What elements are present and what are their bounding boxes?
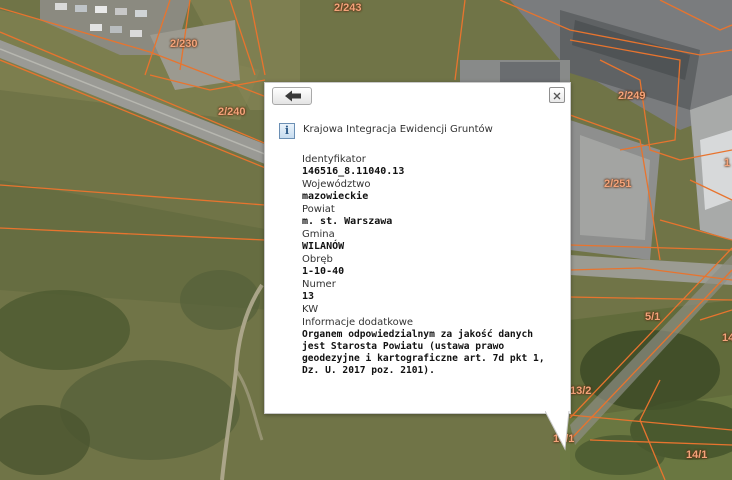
close-x-icon <box>553 92 561 100</box>
parcel-label: 2/243 <box>334 2 362 14</box>
parcel-label: 13/2 <box>570 385 592 397</box>
field-value-gmina: WILANÓW <box>302 241 345 252</box>
feature-info-popup: i Krajowa Integracja Ewidencji Gruntów I… <box>264 82 571 414</box>
field-value-identyfikator: 146516_8.11040.13 <box>302 166 405 177</box>
service-title: Krajowa Integracja Ewidencji Gruntów <box>303 124 493 135</box>
field-value-wojewodztwo: mazowieckie <box>302 191 369 202</box>
field-value-obreb: 1-10-40 <box>302 266 345 277</box>
field-label-powiat: Powiat <box>302 204 335 215</box>
field-label-wojewodztwo: Województwo <box>302 179 371 190</box>
field-label-numer: Numer <box>302 279 336 290</box>
close-button[interactable] <box>549 87 565 103</box>
parcel-label: 2/251 <box>604 178 632 190</box>
parcel-label: 5/1 <box>645 311 661 323</box>
field-label-obreb: Obręb <box>302 254 333 265</box>
field-value-powiat: m. st. Warszawa <box>302 216 393 227</box>
parcel-attributes: Identyfikator 146516_8.11040.13 Wojewódz… <box>302 154 557 378</box>
info-icon: i <box>279 123 295 139</box>
parcel-label: 2/230 <box>170 38 198 50</box>
field-value-informacje-dodatkowe: Organem odpowiedzialnym za jakość danych… <box>302 329 545 376</box>
field-label-informacje-dodatkowe: Informacje dodatkowe <box>302 317 414 328</box>
popup-pointer <box>545 411 570 451</box>
parcel-label: 14 <box>722 332 732 344</box>
left-arrow-icon <box>285 90 301 102</box>
back-button[interactable] <box>272 87 312 105</box>
field-value-numer: 13 <box>302 291 315 302</box>
field-label-gmina: Gmina <box>302 229 335 240</box>
field-label-kw: KW <box>302 304 319 315</box>
parcel-label: 2/249 <box>618 90 646 102</box>
parcel-label: 1 <box>724 157 731 169</box>
parcel-label: 14/1 <box>686 449 708 461</box>
parcel-label: 2/240 <box>218 106 246 118</box>
field-label-identyfikator: Identyfikator <box>302 154 366 165</box>
